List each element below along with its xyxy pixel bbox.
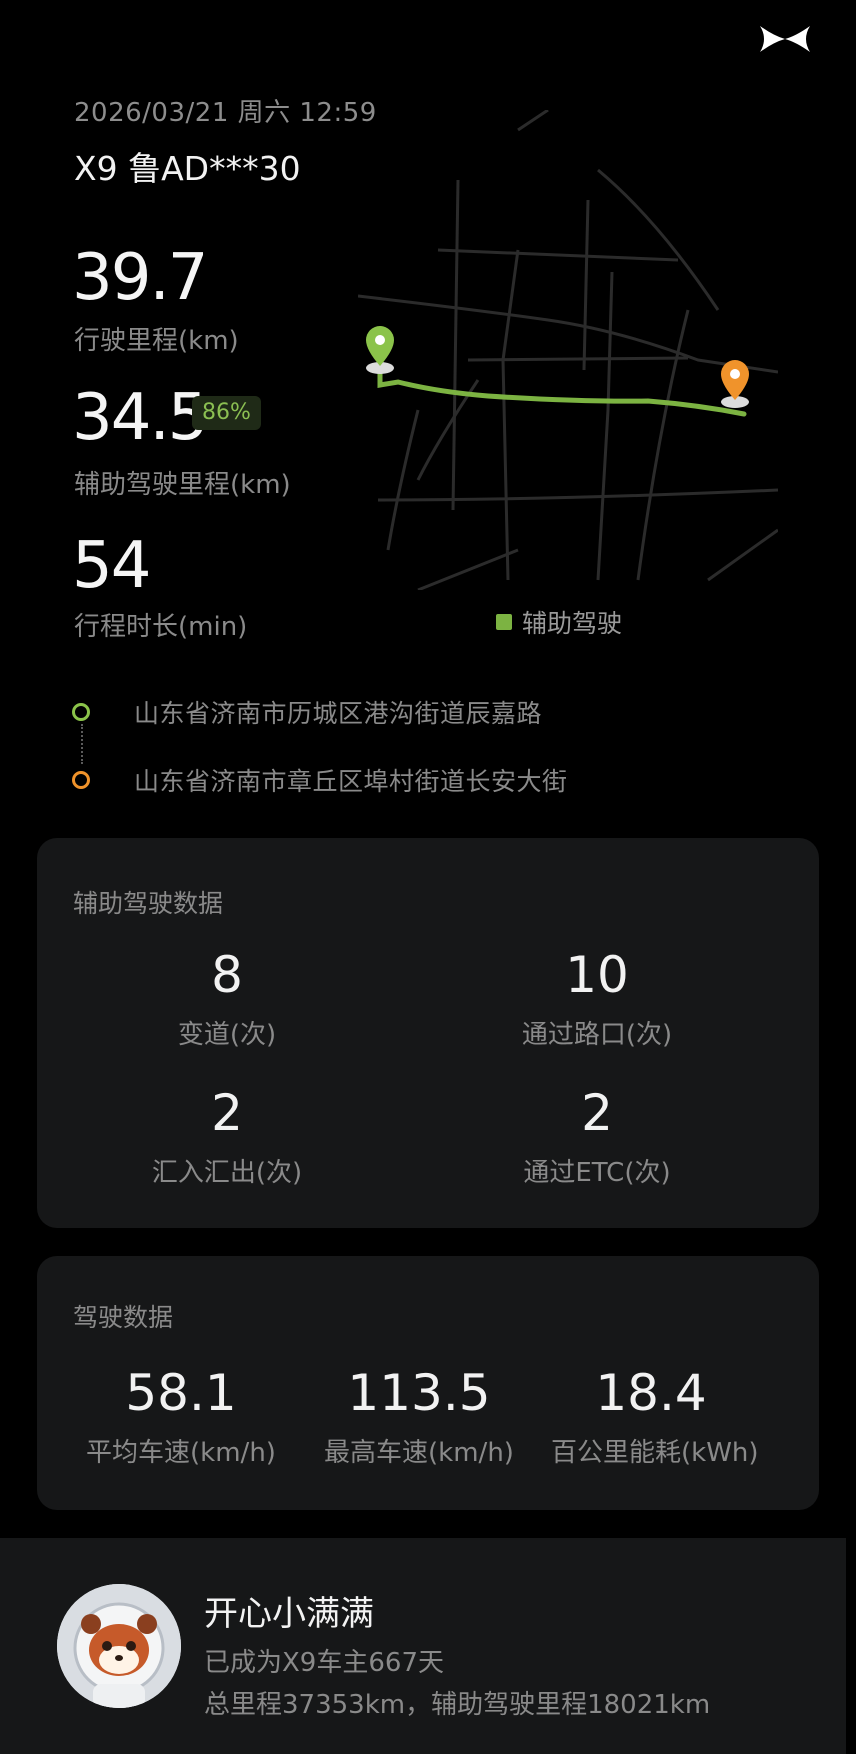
- merge-stat: 2 汇入汇出(次): [127, 1088, 327, 1189]
- lane-change-stat: 8 变道(次): [147, 950, 307, 1051]
- stat-value: 2: [211, 1084, 243, 1142]
- stat-label: 通过路口(次): [521, 1020, 673, 1050]
- stat-label: 汇入汇出(次): [151, 1158, 303, 1188]
- stat-label: 通过ETC(次): [523, 1158, 671, 1188]
- map-roads: [358, 110, 778, 590]
- distance-label: 行驶里程(km): [74, 326, 239, 356]
- stat-label: 平均车速(km/h): [86, 1438, 276, 1468]
- intersection-stat: 10 通过路口(次): [497, 950, 697, 1051]
- brand-logo-icon: [760, 26, 810, 52]
- route-line: [377, 332, 747, 417]
- route-connector: [81, 724, 83, 764]
- owner-days: 已成为X9车主667天: [204, 1648, 444, 1678]
- end-address-row: 山东省济南市章丘区埠村街道长安大街: [72, 762, 568, 798]
- stat-value: 10: [565, 946, 629, 1004]
- duration-label: 行程时长(min): [74, 612, 248, 642]
- map-legend: 辅助驾驶: [496, 604, 622, 640]
- stat-value: 18.4: [595, 1364, 707, 1422]
- drive-data-card: 驾驶数据 58.1 平均车速(km/h) 113.5 最高车速(km/h) 18…: [37, 1256, 819, 1510]
- vehicle-plate: X9 鲁AD***30: [74, 149, 301, 188]
- stat-value: 8: [211, 946, 243, 1004]
- end-pin-icon: [721, 360, 749, 408]
- owner-name: 开心小满满: [204, 1594, 374, 1634]
- drive-card-title: 驾驶数据: [73, 1303, 174, 1332]
- stat-value: 2: [581, 1084, 613, 1142]
- route-map[interactable]: [358, 110, 778, 590]
- energy-stat: 18.4 百公里能耗(kWh): [551, 1364, 759, 1469]
- assist-data-card: 辅助驾驶数据 8 变道(次) 10 通过路口(次) 2 汇入汇出(次) 2 通过…: [37, 838, 819, 1228]
- red-panda-avatar-icon: [57, 1584, 181, 1708]
- start-address: 山东省济南市历城区港沟街道辰嘉路: [134, 699, 543, 728]
- trip-datetime: 2026/03/21 周六 12:59: [74, 98, 377, 128]
- start-address-row: 山东省济南市历城区港沟街道辰嘉路: [72, 694, 542, 730]
- max-speed-stat: 113.5 最高车速(km/h): [319, 1368, 519, 1469]
- start-pin-icon: [366, 326, 394, 374]
- owner-profile[interactable]: 开心小满满 已成为X9车主667天 总里程37353km，辅助驾驶里程18021…: [0, 1538, 846, 1754]
- stat-value: 113.5: [347, 1364, 491, 1422]
- duration-value: 54: [72, 529, 151, 603]
- avg-speed-stat: 58.1 平均车速(km/h): [81, 1368, 281, 1469]
- avatar[interactable]: [57, 1584, 181, 1708]
- owner-mileage: 总里程37353km，辅助驾驶里程18021km: [204, 1690, 711, 1720]
- assist-distance-label: 辅助驾驶里程(km): [74, 470, 291, 500]
- stat-value: 58.1: [125, 1364, 237, 1422]
- etc-stat: 2 通过ETC(次): [497, 1088, 697, 1189]
- assist-distance-value: 34.5: [72, 381, 208, 455]
- distance-value: 39.7: [72, 241, 208, 315]
- stat-label: 变道(次): [177, 1020, 277, 1050]
- stat-label: 最高车速(km/h): [324, 1438, 514, 1468]
- legend-swatch: [496, 614, 512, 630]
- assist-percent-badge: 86%: [192, 396, 261, 430]
- end-address: 山东省济南市章丘区埠村街道长安大街: [134, 767, 568, 796]
- stat-label: 百公里能耗(kWh): [551, 1438, 759, 1468]
- start-dot-icon: [72, 703, 90, 721]
- legend-label: 辅助驾驶: [522, 609, 623, 638]
- end-dot-icon: [72, 771, 90, 789]
- assist-card-title: 辅助驾驶数据: [73, 889, 224, 918]
